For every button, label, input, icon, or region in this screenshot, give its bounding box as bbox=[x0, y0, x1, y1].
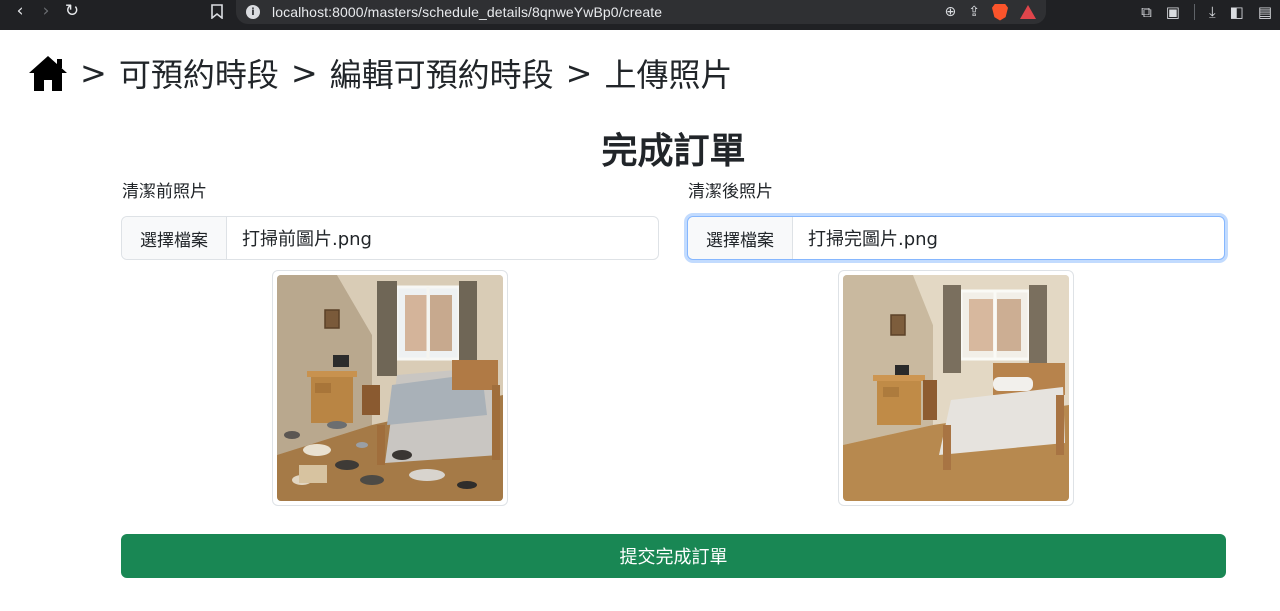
url-text: localhost:8000/masters/schedule_details/… bbox=[272, 4, 663, 20]
after-file-name: 打掃完圖片.png bbox=[808, 229, 938, 250]
zoom-icon[interactable]: ⊕ bbox=[945, 4, 957, 20]
download-icon[interactable]: ⤓ bbox=[1209, 3, 1216, 21]
wallet-icon[interactable]: ▤ bbox=[1258, 3, 1272, 21]
reload-icon[interactable]: ↻ bbox=[61, 0, 83, 22]
share-icon[interactable]: ⇪ bbox=[968, 4, 980, 20]
home-icon[interactable] bbox=[28, 54, 68, 92]
page-content: > 可預約時段 > 編輯可預約時段 > 上傳照片 完成訂單 清潔前照片 選擇檔案… bbox=[0, 30, 1280, 611]
before-photo-group: 清潔前照片 選擇檔案 打掃前圖片.png bbox=[121, 180, 659, 260]
brave-shield-icon[interactable] bbox=[992, 3, 1008, 21]
toolbar-divider bbox=[1193, 4, 1195, 20]
forward-icon[interactable]: › bbox=[35, 0, 57, 22]
breadcrumb-item-edit-slots[interactable]: 編輯可預約時段 bbox=[330, 50, 554, 96]
breadcrumb-separator: > bbox=[80, 54, 107, 92]
bookmark-icon[interactable] bbox=[206, 0, 228, 22]
submit-complete-order-button[interactable]: 提交完成訂單 bbox=[121, 534, 1226, 578]
breadcrumb-item-available-slots[interactable]: 可預約時段 bbox=[119, 50, 279, 96]
page-title: 完成訂單 bbox=[601, 131, 746, 172]
site-info-icon[interactable]: i bbox=[246, 5, 260, 19]
after-photo-label: 清潔後照片 bbox=[688, 182, 773, 202]
address-bar[interactable]: i localhost:8000/masters/schedule_detail… bbox=[236, 0, 1046, 24]
before-file-name: 打掃前圖片.png bbox=[242, 229, 372, 250]
after-choose-file-button[interactable]: 選擇檔案 bbox=[688, 217, 793, 259]
extensions-icon[interactable]: ⧉ bbox=[1141, 3, 1152, 21]
after-photo-preview bbox=[838, 270, 1074, 506]
breadcrumb-separator: > bbox=[565, 54, 593, 92]
breadcrumb-separator: > bbox=[290, 54, 318, 92]
before-file-input[interactable]: 選擇檔案 打掃前圖片.png bbox=[121, 216, 659, 260]
before-choose-file-button[interactable]: 選擇檔案 bbox=[122, 217, 227, 259]
after-file-input[interactable]: 選擇檔案 打掃完圖片.png bbox=[687, 216, 1225, 260]
before-photo-preview bbox=[272, 270, 508, 506]
clean-room-image bbox=[843, 275, 1069, 501]
browser-toolbar: ‹ › ↻ i localhost:8000/masters/schedule_… bbox=[0, 0, 1280, 30]
screenshot-icon[interactable]: ▣ bbox=[1166, 3, 1180, 21]
after-photo-group: 清潔後照片 選擇檔案 打掃完圖片.png bbox=[687, 180, 1225, 260]
breadcrumb: > 可預約時段 > 編輯可預約時段 > 上傳照片 bbox=[28, 50, 744, 96]
brave-rewards-icon[interactable] bbox=[1020, 5, 1036, 19]
breadcrumb-item-upload-photos: 上傳照片 bbox=[604, 56, 733, 94]
before-photo-label: 清潔前照片 bbox=[122, 182, 207, 202]
messy-room-image bbox=[277, 275, 503, 501]
back-icon[interactable]: ‹ bbox=[9, 0, 31, 22]
sidebar-icon[interactable]: ◧ bbox=[1230, 3, 1244, 21]
